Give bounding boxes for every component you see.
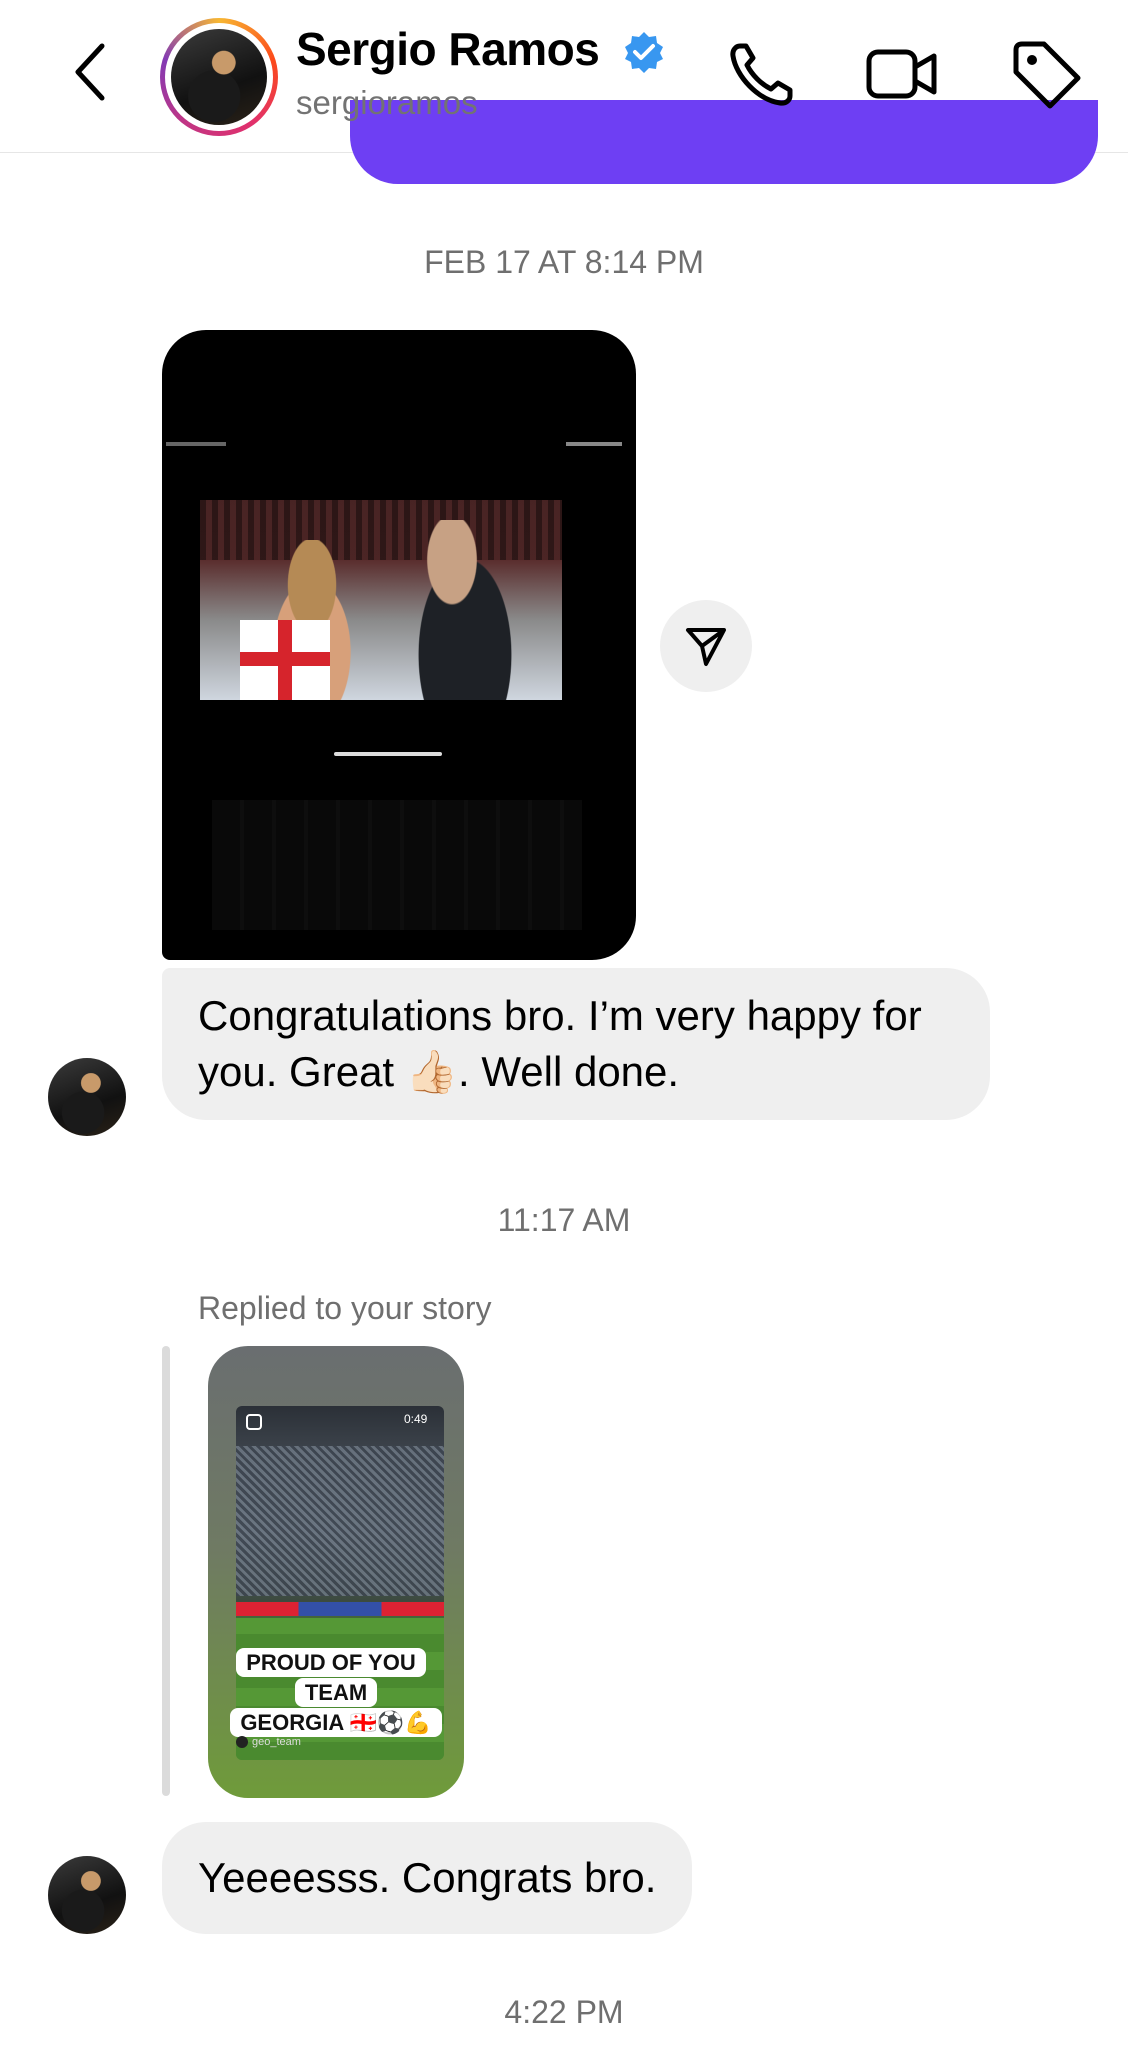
- share-button[interactable]: [660, 600, 752, 692]
- story-reply-label: Replied to your story: [198, 1290, 492, 1326]
- story-caption: PROUD OF YOU TEAM GEORGIA 🇬🇪⚽💪: [208, 1648, 464, 1738]
- story-account: geo_team: [236, 1736, 326, 1754]
- avatar[interactable]: [48, 1856, 126, 1934]
- timestamp: 4:22 PM: [504, 1994, 624, 2030]
- avatar[interactable]: [48, 1058, 126, 1136]
- reply-indicator: [162, 1346, 170, 1796]
- message-bubble[interactable]: Yeeeesss. Congrats bro.: [162, 1822, 693, 1934]
- phone-icon[interactable]: [724, 36, 800, 112]
- tag-icon[interactable]: [1008, 36, 1084, 112]
- story-caption-line1: PROUD OF YOU TEAM: [236, 1648, 426, 1707]
- verified-icon: [622, 30, 666, 74]
- back-icon[interactable]: [66, 38, 122, 106]
- send-icon: [686, 628, 726, 666]
- story-thumbnail[interactable]: 0:49 PROUD OF YOU TEAM GEORGIA 🇬🇪⚽💪 geo_…: [208, 1346, 464, 1798]
- contact-name[interactable]: Sergio Ramos: [296, 22, 600, 76]
- timestamp: FEB 17 AT 8:14 PM: [424, 244, 704, 280]
- avatar[interactable]: [171, 29, 267, 125]
- reel-icon: [246, 1414, 262, 1430]
- timestamp: 11:17 AM: [497, 1202, 631, 1238]
- story-caption-line2: GEORGIA 🇬🇪⚽💪: [230, 1708, 442, 1737]
- contact-handle[interactable]: sergioramos: [296, 84, 478, 122]
- post-image: [200, 500, 562, 700]
- video-icon[interactable]: [864, 36, 940, 112]
- story-duration: 0:49: [404, 1412, 428, 1426]
- message-bubble[interactable]: Congratulations bro. I’m very happy for …: [162, 968, 990, 1120]
- shared-post[interactable]: [162, 330, 636, 960]
